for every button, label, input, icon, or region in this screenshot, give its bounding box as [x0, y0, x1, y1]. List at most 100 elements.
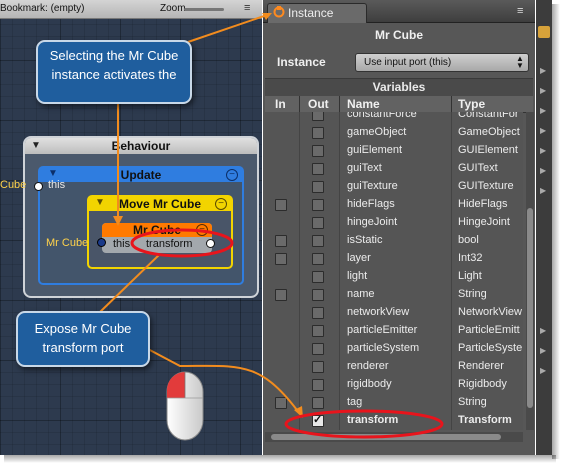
column-divider [339, 394, 340, 412]
horizontal-scrollbar[interactable] [265, 432, 523, 442]
variable-row-tag[interactable]: tag String [265, 394, 523, 412]
callout-line: Selecting the Mr Cube [49, 48, 179, 63]
out-checkbox[interactable] [312, 199, 324, 211]
variable-row-networkView[interactable]: networkView NetworkView [265, 304, 523, 322]
expand-arrow-icon[interactable]: ▶ [540, 346, 546, 355]
in-checkbox[interactable] [275, 253, 287, 265]
column-divider [451, 196, 452, 214]
expand-arrow-icon[interactable]: ▶ [540, 186, 546, 195]
variable-row-name[interactable]: name String [265, 286, 523, 304]
column-divider [299, 394, 300, 412]
variable-name: constantForce [347, 112, 417, 120]
out-checkbox[interactable] [312, 289, 324, 301]
variable-type: Int32 [458, 252, 483, 264]
variable-row-rigidbody[interactable]: rigidbody Rigidbody [265, 376, 523, 394]
variable-row-guiText[interactable]: guiText GUIText [265, 160, 523, 178]
column-divider [451, 160, 452, 178]
out-checkbox[interactable] [312, 163, 324, 175]
variable-row-light[interactable]: light Light [265, 268, 523, 286]
out-checkbox[interactable] [312, 145, 324, 157]
out-checkbox[interactable] [312, 361, 324, 373]
out-checkbox[interactable] [312, 112, 324, 121]
variable-row-hingeJoint[interactable]: hingeJoint HingeJoint [265, 214, 523, 232]
collapse-triangle-icon[interactable]: ▼ [31, 140, 41, 151]
out-checkbox[interactable] [312, 307, 324, 319]
expand-arrow-icon[interactable]: ▶ [540, 66, 546, 75]
variables-list[interactable]: constantForce ConstantFor gameObject GameOb… [265, 112, 523, 430]
expand-arrow-icon[interactable]: ▶ [540, 86, 546, 95]
column-divider [299, 376, 300, 394]
vertical-scroll-thumb[interactable] [527, 208, 533, 408]
callout-line: transform port [42, 340, 124, 355]
panel-tab-bar: Instance ≡ [263, 0, 535, 23]
zoom-slider[interactable] [184, 8, 224, 11]
minus-circle-icon[interactable]: − [226, 169, 238, 181]
expand-arrow-icon[interactable]: ▶ [540, 166, 546, 175]
variable-row-guiElement[interactable]: guiElement GUIElement [265, 142, 523, 160]
out-checkbox[interactable] [312, 379, 324, 391]
instance-select[interactable]: Use input port (this) ▲ ▼ [355, 53, 529, 72]
horizontal-scroll-thumb[interactable] [271, 434, 501, 440]
expand-arrow-icon[interactable]: ▶ [540, 366, 546, 375]
out-checkbox[interactable] [312, 343, 324, 355]
zoom-label: Zoom [160, 3, 186, 14]
bookmark-label[interactable]: Bookmark: (empty) [0, 3, 84, 14]
menu-icon[interactable]: ≡ [517, 5, 523, 17]
column-divider [451, 96, 452, 112]
menu-icon[interactable]: ≡ [244, 2, 250, 14]
variable-row-isStatic[interactable]: isStatic bool [265, 232, 523, 250]
vertical-scrollbar[interactable] [526, 112, 534, 430]
variable-row-renderer[interactable]: renderer Renderer [265, 358, 523, 376]
variable-name: particleEmitter [347, 324, 418, 336]
minus-circle-icon[interactable]: − [196, 224, 208, 236]
variable-row-transform[interactable]: ✓ transform Transform [265, 412, 523, 430]
column-divider [339, 322, 340, 340]
variable-row-gameObject[interactable]: gameObject GameObject [265, 124, 523, 142]
tab-instance[interactable]: Instance [267, 3, 367, 23]
column-divider [451, 214, 452, 232]
out-checkbox[interactable] [312, 325, 324, 337]
variable-type: HideFlags [458, 198, 508, 210]
in-checkbox[interactable] [275, 397, 287, 409]
variable-row-layer[interactable]: layer Int32 [265, 250, 523, 268]
expand-arrow-icon[interactable]: ▶ [540, 146, 546, 155]
expand-arrow-icon[interactable]: ▶ [540, 106, 546, 115]
variable-row-hideFlags[interactable]: hideFlags HideFlags [265, 196, 523, 214]
column-divider [339, 112, 340, 124]
out-checkbox[interactable] [312, 217, 324, 229]
collapse-triangle-icon[interactable]: ▼ [95, 197, 105, 208]
out-checkbox[interactable]: ✓ [312, 414, 324, 427]
column-divider [339, 124, 340, 142]
column-divider [451, 340, 452, 358]
variable-type: String [458, 396, 487, 408]
in-checkbox[interactable] [275, 289, 287, 301]
variable-row-particleSystem[interactable]: particleSystem ParticleSyste [265, 340, 523, 358]
out-checkbox[interactable] [312, 235, 324, 247]
variable-name: guiElement [347, 144, 403, 156]
out-checkbox[interactable] [312, 127, 324, 139]
port-this-out[interactable] [34, 182, 43, 191]
column-divider [339, 142, 340, 160]
column-divider [339, 232, 340, 250]
in-checkbox[interactable] [275, 199, 287, 211]
variable-row-constantForce[interactable]: constantForce ConstantFor [265, 112, 523, 124]
column-header-out: Out [308, 97, 329, 111]
variable-type: ParticleSyste [458, 342, 522, 354]
variable-row-particleEmitter[interactable]: particleEmitter ParticleEmitt [265, 322, 523, 340]
variable-row-guiTexture[interactable]: guiTexture GUITexture [265, 178, 523, 196]
port-transform-out[interactable] [206, 239, 215, 248]
expand-arrow-icon[interactable]: ▶ [540, 326, 546, 335]
minus-circle-icon[interactable]: − [215, 198, 227, 210]
port-this-in[interactable] [97, 238, 106, 247]
column-divider [299, 412, 300, 430]
out-checkbox[interactable] [312, 181, 324, 193]
node-port-label-this: this [113, 238, 131, 250]
variable-name: rigidbody [347, 378, 392, 390]
variable-type: Transform [458, 414, 512, 426]
expand-arrow-icon[interactable]: ▶ [540, 126, 546, 135]
collapse-triangle-icon[interactable]: ▼ [48, 168, 58, 179]
out-checkbox[interactable] [312, 271, 324, 283]
out-checkbox[interactable] [312, 253, 324, 265]
in-checkbox[interactable] [275, 235, 287, 247]
out-checkbox[interactable] [312, 397, 324, 409]
